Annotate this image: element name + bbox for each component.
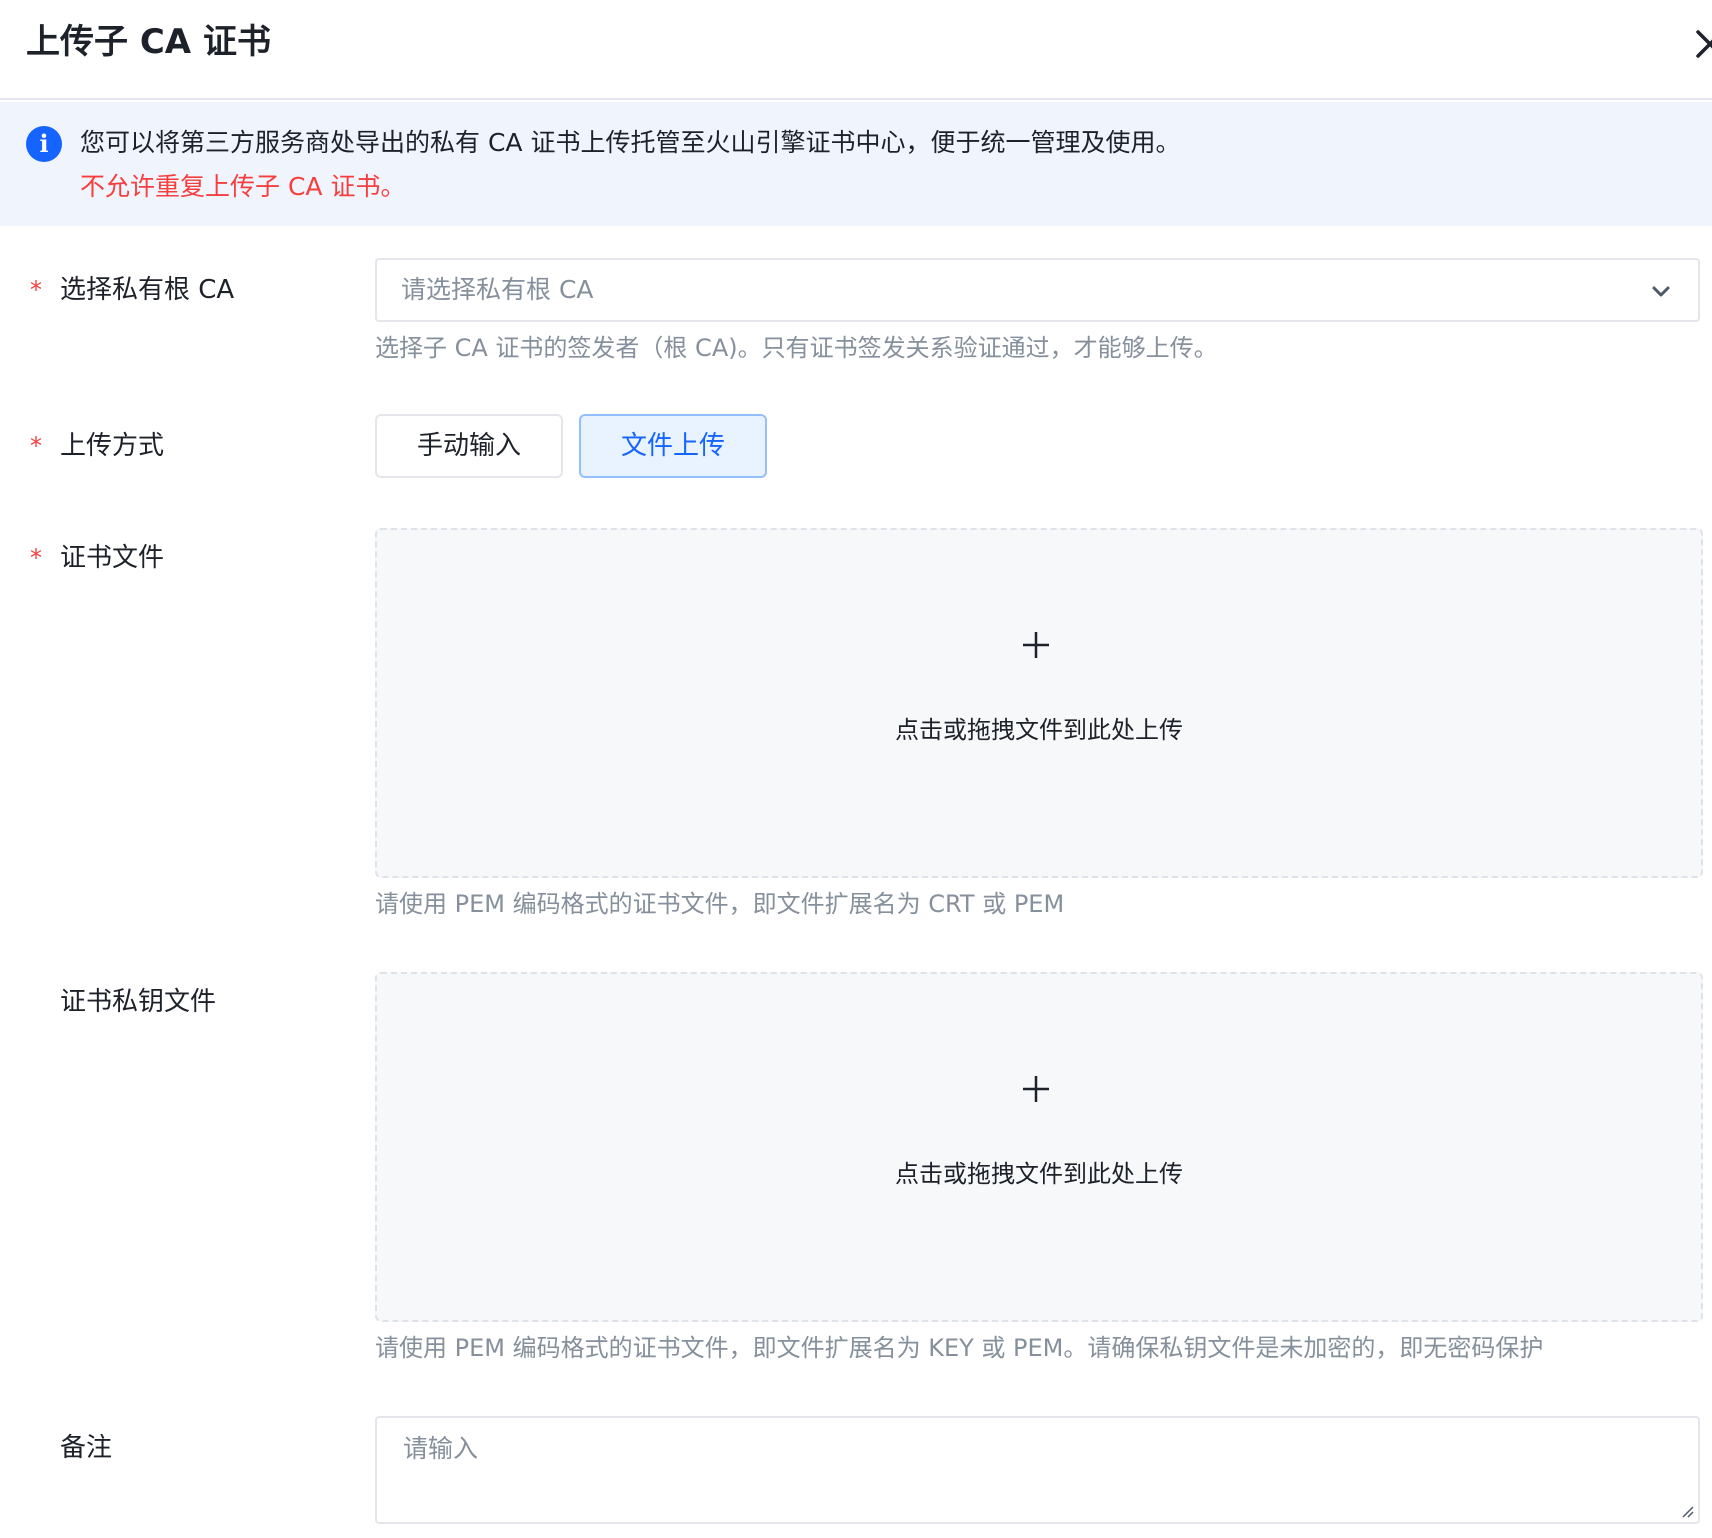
cert-file-dropzone[interactable]: 点击或拖拽文件到此处上传	[375, 528, 1703, 878]
remark-label-text: 备注	[60, 1433, 113, 1463]
root-ca-label: * 选择私有根 CA	[30, 270, 234, 310]
root-ca-placeholder: 请选择私有根 CA	[401, 275, 594, 304]
cert-dropzone-text: 点击或拖拽文件到此处上传	[895, 716, 1183, 744]
remark-placeholder: 请输入	[403, 1434, 479, 1463]
required-mark: *	[30, 276, 42, 304]
key-file-label: 证书私钥文件	[30, 982, 216, 1022]
resize-handle-icon[interactable]	[1678, 1502, 1694, 1518]
alert-warning: 不允许重复上传子 CA 证书。	[80, 172, 406, 201]
drawer-header: 上传子 CA 证书	[0, 0, 1712, 100]
cert-file-label-text: 证书文件	[60, 543, 165, 573]
key-file-dropzone[interactable]: 点击或拖拽文件到此处上传	[375, 972, 1703, 1322]
plus-icon	[1021, 1074, 1051, 1104]
manual-input-option[interactable]: 手动输入	[375, 414, 563, 478]
root-ca-label-text: 选择私有根 CA	[60, 275, 235, 305]
plus-icon	[1021, 630, 1051, 660]
file-upload-option[interactable]: 文件上传	[579, 414, 767, 478]
required-mark: *	[30, 432, 42, 460]
info-alert	[0, 102, 1712, 226]
upload-method-label-text: 上传方式	[60, 431, 165, 461]
root-ca-select[interactable]: 请选择私有根 CA	[375, 258, 1700, 322]
key-dropzone-text: 点击或拖拽文件到此处上传	[895, 1160, 1183, 1188]
key-file-label-text: 证书私钥文件	[60, 987, 217, 1017]
key-file-help: 请使用 PEM 编码格式的证书文件，即文件扩展名为 KEY 或 PEM。请确保私…	[375, 1334, 1544, 1362]
alert-message: 您可以将第三方服务商处导出的私有 CA 证书上传托管至火山引擎证书中心，便于统一…	[80, 128, 1181, 157]
page-title: 上传子 CA 证书	[26, 22, 271, 62]
remark-label: 备注	[30, 1428, 112, 1468]
close-button[interactable]	[1690, 24, 1712, 64]
required-mark: *	[30, 544, 42, 572]
info-icon: i	[26, 126, 62, 162]
close-icon	[1696, 30, 1712, 58]
cert-file-label: * 证书文件	[30, 538, 164, 578]
cert-file-help: 请使用 PEM 编码格式的证书文件，即文件扩展名为 CRT 或 PEM	[375, 890, 1065, 918]
chevron-down-icon	[1650, 280, 1672, 302]
upload-method-label: * 上传方式	[30, 426, 164, 466]
remark-textarea[interactable]: 请输入	[375, 1416, 1700, 1524]
root-ca-help: 选择子 CA 证书的签发者（根 CA)。只有证书签发关系验证通过，才能够上传。	[375, 334, 1218, 362]
